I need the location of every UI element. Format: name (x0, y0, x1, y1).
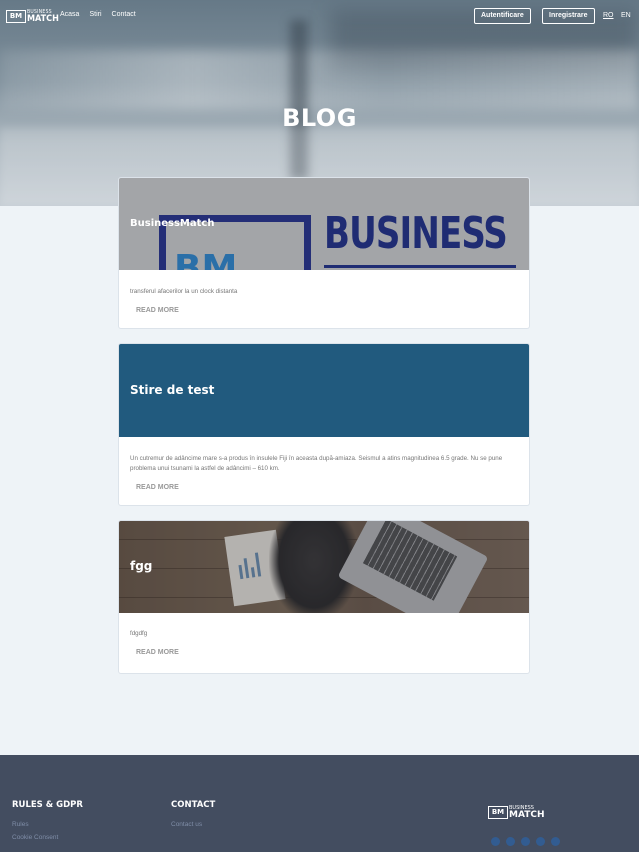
hero-background-shape (0, 50, 639, 110)
top-navigation: BM BUSINESS MATCH Acasa Stiri Contact Au… (0, 0, 639, 34)
read-more-link[interactable]: READ MORE (136, 484, 179, 491)
read-more-link[interactable]: READ MORE (136, 649, 179, 656)
post-body: transferul afacerilor la un clock distan… (119, 287, 529, 316)
register-button[interactable]: Inregistrare (542, 8, 595, 24)
post-title[interactable]: Stire de test (130, 383, 214, 397)
post-image: fgg (119, 521, 529, 613)
language-ro-link[interactable]: RO (603, 12, 614, 19)
footer-rules-column: RULES & GDPR Rules Cookie Consent (12, 800, 83, 847)
footer-link-rules[interactable]: Rules (12, 821, 83, 828)
image-text: BUSINESS (324, 208, 508, 259)
blog-post-card[interactable]: Stire de test Un cutremur de adâncime ma… (118, 343, 530, 506)
post-excerpt: Un cutremur de adâncime mare s-a produs … (130, 455, 503, 472)
post-image: BM BUSINESS BusinessMatch (119, 178, 529, 270)
site-footer: RULES & GDPR Rules Cookie Consent CONTAC… (0, 755, 639, 852)
site-logo[interactable]: BM BUSINESS MATCH (6, 9, 59, 24)
post-title[interactable]: BusinessMatch (130, 218, 214, 229)
image-underline (324, 265, 516, 268)
footer-link-cookie-consent[interactable]: Cookie Consent (12, 834, 83, 841)
post-body: Un cutremur de adâncime mare s-a produs … (119, 454, 529, 493)
post-excerpt: transferul afacerilor la un clock distan… (130, 288, 238, 295)
post-image: Stire de test (119, 344, 529, 437)
logo-line2: MATCH (509, 810, 545, 820)
nav-link-stiri[interactable]: Stiri (89, 11, 101, 18)
blog-post-card[interactable]: fgg fdgdfg READ MORE (118, 520, 530, 674)
social-links (491, 837, 560, 846)
logo-line2: MATCH (27, 14, 59, 24)
blog-post-card[interactable]: BM BUSINESS BusinessMatch transferul afa… (118, 177, 530, 329)
read-more-link[interactable]: READ MORE (136, 307, 179, 314)
twitter-icon[interactable] (506, 837, 515, 846)
logo-wordmark: BUSINESS MATCH (27, 9, 59, 24)
post-title[interactable]: fgg (130, 559, 152, 573)
nav-link-contact[interactable]: Contact (112, 11, 136, 18)
login-button[interactable]: Autentificare (474, 8, 531, 24)
logo-mark: BM (488, 805, 508, 819)
logo-wordmark: BUSINESS MATCH (509, 805, 545, 820)
footer-contact-column: CONTACT Contact us (171, 800, 215, 834)
footer-link-contact-us[interactable]: Contact us (171, 821, 215, 828)
post-body: fdgdfg READ MORE (119, 629, 529, 658)
instagram-icon[interactable] (536, 837, 545, 846)
linkedin-icon[interactable] (521, 837, 530, 846)
logo-mark: BM (6, 9, 26, 23)
youtube-icon[interactable] (551, 837, 560, 846)
image-overlay (119, 521, 529, 613)
main-nav: Acasa Stiri Contact (60, 11, 136, 18)
image-mark: BM (174, 248, 238, 270)
language-en-link[interactable]: EN (621, 12, 631, 19)
footer-contact-heading: CONTACT (171, 800, 216, 810)
page-title: BLOG (282, 104, 357, 132)
footer-logo[interactable]: BM BUSINESS MATCH (488, 805, 545, 820)
hero-banner: BM BUSINESS MATCH Acasa Stiri Contact Au… (0, 0, 639, 206)
post-excerpt: fdgdfg (130, 630, 148, 637)
footer-rules-heading: RULES & GDPR (12, 800, 83, 810)
facebook-icon[interactable] (491, 837, 500, 846)
nav-link-acasa[interactable]: Acasa (60, 11, 79, 18)
